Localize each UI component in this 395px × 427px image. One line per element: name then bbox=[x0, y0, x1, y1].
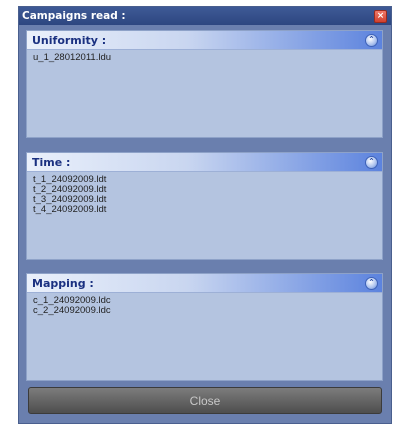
window-title: Campaigns read : bbox=[22, 10, 126, 22]
panel-time: Time : ⌃ t_1_24092009.ldt t_2_24092009.l… bbox=[26, 152, 383, 260]
campaigns-window: Campaigns read : × Uniformity : ⌃ u_1_28… bbox=[18, 6, 392, 424]
file-item[interactable]: t_4_24092009.ldt bbox=[33, 205, 376, 215]
file-list-uniformity: u_1_28012011.ldu bbox=[27, 50, 382, 66]
panel-title-uniformity: Uniformity : bbox=[32, 33, 107, 47]
panel-header-mapping[interactable]: Mapping : ⌃ bbox=[27, 274, 382, 293]
collapse-icon[interactable]: ⌃ bbox=[365, 155, 378, 169]
close-icon[interactable]: × bbox=[374, 9, 387, 23]
file-item[interactable]: c_2_24092009.ldc bbox=[33, 306, 376, 316]
title-bar[interactable]: Campaigns read : × bbox=[19, 7, 391, 25]
close-button[interactable]: Close bbox=[28, 387, 382, 414]
panel-header-uniformity[interactable]: Uniformity : ⌃ bbox=[27, 31, 382, 50]
panel-title-mapping: Mapping : bbox=[32, 276, 94, 290]
collapse-icon[interactable]: ⌃ bbox=[365, 276, 378, 290]
panel-title-time: Time : bbox=[32, 155, 71, 169]
panel-mapping: Mapping : ⌃ c_1_24092009.ldc c_2_2409200… bbox=[26, 273, 383, 381]
panel-uniformity: Uniformity : ⌃ u_1_28012011.ldu bbox=[26, 30, 383, 138]
panel-header-time[interactable]: Time : ⌃ bbox=[27, 153, 382, 172]
file-item[interactable]: u_1_28012011.ldu bbox=[33, 53, 376, 63]
collapse-icon[interactable]: ⌃ bbox=[365, 33, 378, 47]
file-list-mapping: c_1_24092009.ldc c_2_24092009.ldc bbox=[27, 293, 382, 319]
file-list-time: t_1_24092009.ldt t_2_24092009.ldt t_3_24… bbox=[27, 172, 382, 218]
